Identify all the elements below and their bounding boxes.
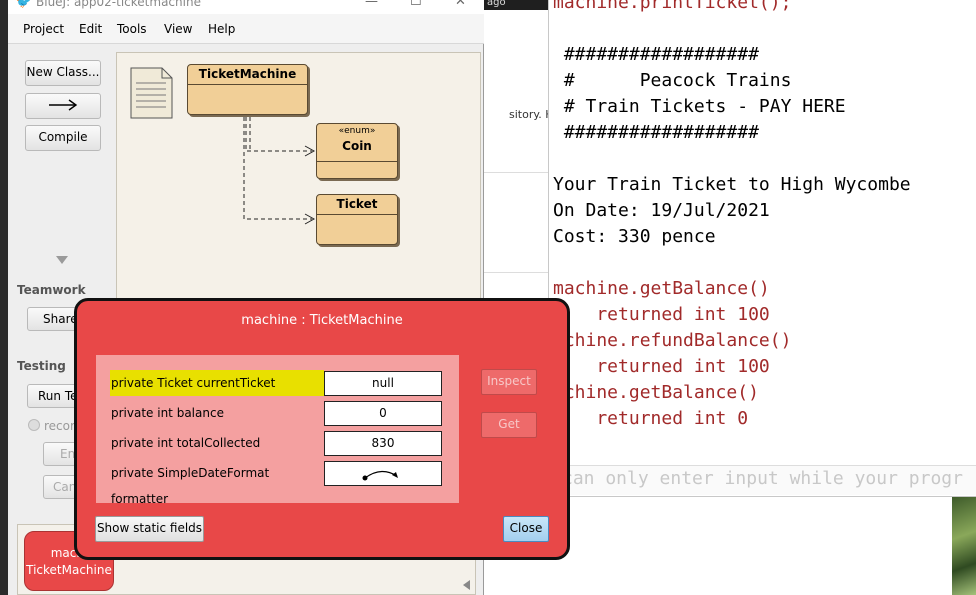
close-button[interactable]: Close: [503, 516, 549, 542]
class-ticket[interactable]: Ticket: [316, 194, 398, 245]
window-title: BlueJ: app02-ticketmachine: [36, 0, 201, 9]
field-value: [324, 461, 442, 486]
desktop-photo: [952, 497, 976, 595]
terminal-line: machine.printTicket();: [553, 0, 792, 13]
enum-stereotype: «enum»: [338, 126, 376, 136]
scroll-left-icon[interactable]: [463, 580, 470, 590]
terminal-line: ##################: [553, 122, 759, 143]
terminal-line: Your Train Ticket to High Wycombe: [553, 174, 911, 195]
divider: [483, 272, 553, 273]
terminal-line: machine.getBalance(): [553, 278, 770, 299]
terminal-line: ##################: [553, 44, 759, 65]
inspect-button[interactable]: Inspect: [481, 369, 537, 395]
record-radio[interactable]: [28, 419, 40, 431]
testing-label: Testing: [17, 359, 66, 373]
divider: [483, 172, 553, 173]
get-button[interactable]: Get: [481, 412, 537, 438]
field-value: 830: [324, 431, 442, 456]
menu-edit[interactable]: Edit: [79, 22, 102, 36]
terminal-input-hint: can only enter input while your progr: [562, 468, 963, 489]
terminal-line: returned int 100: [553, 356, 770, 377]
terminal-window: machine.printTicket(); #################…: [548, 0, 976, 497]
terminal-line: returned int 100: [553, 304, 770, 325]
close-icon[interactable]: ✕: [455, 0, 466, 9]
object-label-line2: TicketMachine: [26, 563, 112, 577]
bluej-bird-icon: 🐦: [16, 0, 31, 9]
menu-bar: Project Edit Tools View Help: [8, 14, 484, 44]
class-name: Ticket: [317, 195, 397, 215]
collapse-triangle-icon[interactable]: [56, 256, 68, 264]
field-name: private int totalCollected: [111, 436, 261, 450]
terminal-line: # Peacock Trains: [553, 70, 792, 91]
readme-note-icon[interactable]: [130, 67, 173, 119]
class-diagram-canvas: TicketMachine «enum» Coin Ticket: [116, 52, 481, 312]
field-value: null: [324, 371, 442, 396]
show-static-fields-button[interactable]: Show static fields: [95, 516, 204, 542]
web-topbar: ago: [483, 0, 557, 10]
desktop-edge: [0, 0, 8, 595]
new-class-button[interactable]: New Class...: [25, 60, 101, 86]
title-bar: 🐦 BlueJ: app02-ticketmachine — ☐ ✕: [8, 0, 484, 14]
record-label: recor: [44, 419, 75, 433]
field-name: private SimpleDateFormat formatter: [111, 466, 270, 506]
compile-button[interactable]: Compile: [25, 125, 101, 151]
terminal-line: # Train Tickets - PAY HERE: [553, 96, 846, 117]
field-name: private Ticket currentTicket: [110, 370, 324, 396]
class-name: Coin: [342, 139, 372, 153]
class-coin[interactable]: «enum» Coin: [316, 123, 398, 179]
terminal-line: achine.refundBalance(): [553, 330, 792, 351]
menu-tools[interactable]: Tools: [117, 22, 147, 36]
field-value: 0: [324, 401, 442, 426]
teamwork-label: Teamwork: [17, 283, 86, 297]
minimize-icon[interactable]: —: [365, 0, 378, 9]
maximize-icon[interactable]: ☐: [410, 0, 422, 9]
field-list: private Ticket currentTicket null privat…: [96, 355, 459, 506]
menu-project[interactable]: Project: [23, 22, 64, 36]
terminal-line: achine.getBalance(): [553, 382, 759, 403]
field-row[interactable]: private int totalCollected 830: [110, 430, 442, 456]
class-ticketmachine[interactable]: TicketMachine: [187, 64, 308, 115]
field-row[interactable]: private int balance 0: [110, 400, 442, 426]
arrow-icon: [49, 99, 78, 111]
add-arrow-button[interactable]: [25, 93, 101, 119]
terminal-line: Cost: 330 pence: [553, 226, 716, 247]
menu-view[interactable]: View: [164, 22, 192, 36]
menu-help[interactable]: Help: [208, 22, 235, 36]
class-name: TicketMachine: [188, 65, 307, 85]
terminal-line: On Date: 19/Jul/2021: [553, 200, 770, 221]
field-row[interactable]: private SimpleDateFormat formatter: [110, 460, 442, 506]
terminal-line: returned int 0: [553, 408, 749, 429]
field-row[interactable]: private Ticket currentTicket null: [110, 370, 442, 396]
object-reference-arrow-icon: [362, 470, 398, 481]
background-area: [548, 497, 976, 595]
terminal-input[interactable]: can only enter input while your progr: [548, 465, 976, 495]
object-inspector-dialog: machine : TicketMachine private Ticket c…: [74, 298, 570, 560]
field-name: private int balance: [111, 406, 224, 420]
inspector-title: machine : TicketMachine: [241, 313, 403, 328]
